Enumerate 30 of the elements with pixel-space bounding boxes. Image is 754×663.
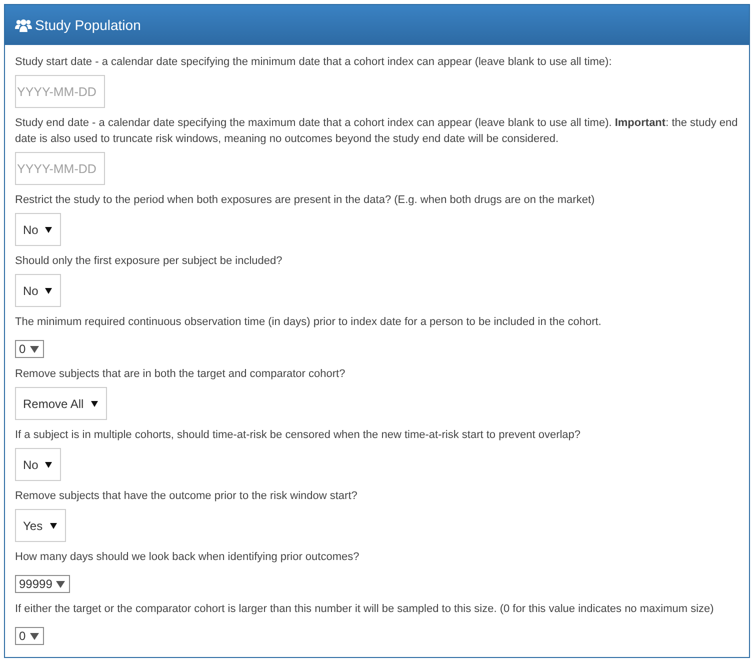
field-label: Restrict the study to the period when both exposures are present in the data? (E.g. when both drugs are on the market) xyxy=(15,193,596,208)
caret-icon xyxy=(30,632,39,640)
caret-icon xyxy=(56,580,66,588)
panel-title: Study Population xyxy=(35,18,141,32)
field-label: Study end date - a calendar date specifying the maximum date that a cohort index can appear (leave blank to use all time). Important: the study end date is also used to truncate risk windows, meaning no outcomes beyond the study end date will be considered. xyxy=(15,116,739,147)
dropdown-select[interactable]: Remove All xyxy=(15,387,107,420)
dropdown-select[interactable]: No xyxy=(15,274,62,307)
field-label: Remove subjects that are in both the target and comparator cohort? xyxy=(15,367,346,382)
dropdown-select[interactable]: No xyxy=(15,213,62,246)
dropdown-select[interactable]: 0 xyxy=(15,340,44,358)
caret-icon xyxy=(30,346,39,352)
dropdown-select[interactable]: 0 xyxy=(15,627,44,645)
caret-icon xyxy=(90,400,98,406)
field-label: If a subject is in multiple cohorts, should time-at-risk be censored when the new time-at-risk start to prevent overlap? xyxy=(15,428,582,443)
caret-icon xyxy=(50,522,57,528)
dropdown-select[interactable]: Yes xyxy=(15,509,66,542)
field-label: Should only the first exposure per subject be included? xyxy=(15,254,284,269)
dropdown-select[interactable]: 99999 xyxy=(15,575,70,593)
field-label: How many days should we look back when identifying prior outcomes? xyxy=(15,550,360,565)
caret-icon xyxy=(45,288,52,294)
caret-icon xyxy=(45,462,52,468)
date-input-field[interactable]: YYYY-MM-DD xyxy=(15,152,105,185)
date-input-field[interactable]: YYYY-MM-DD xyxy=(15,75,105,108)
field-label: If either the target or the comparator cohort is larger than this number it will be sampled to this size. (0 for this value indicates no maximum size) xyxy=(15,602,715,617)
field-label: Study start date - a calendar date specifying the minimum date that a cohort index can appear (leave blank to use all time): xyxy=(15,55,613,70)
field-label: The minimum required continuous observation time (in days) prior to index date for a person to be included in the cohort. xyxy=(15,315,602,330)
caret-icon xyxy=(45,226,52,232)
field-label: Remove subjects that have the outcome prior to the risk window start? xyxy=(15,489,358,504)
users-icon xyxy=(15,18,32,32)
dropdown-select[interactable]: No xyxy=(15,448,62,481)
